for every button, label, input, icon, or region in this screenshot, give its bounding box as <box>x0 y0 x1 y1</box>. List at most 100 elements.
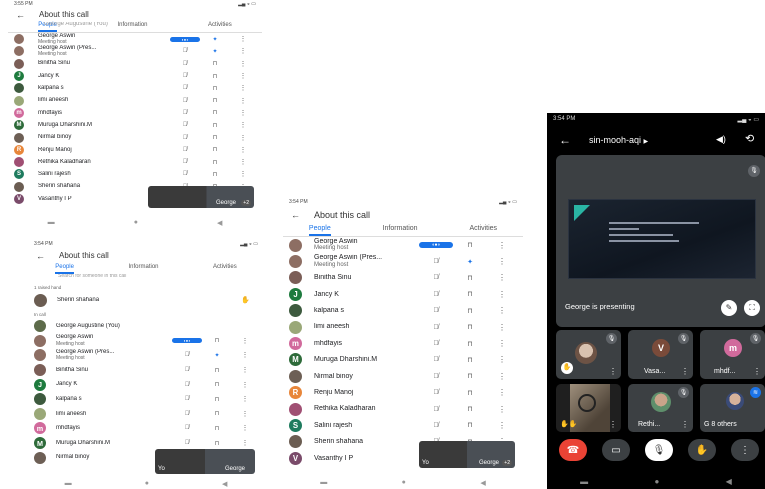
participant-row[interactable]: M Muruga Dharshini.M 🎙̸ ⊓ ⋮ <box>8 119 262 131</box>
more-options-icon[interactable]: ⋮ <box>487 405 517 414</box>
pin-icon[interactable]: ⊓ <box>453 290 487 298</box>
mic-off-icon[interactable]: 🎙̸ <box>419 274 453 281</box>
participant-row[interactable]: kalpana s 🎙̸ ⊓ ⋮ <box>8 82 262 94</box>
participant-row[interactable]: Nirmal binoy 🎙̸ ⊓ ⋮ <box>283 368 523 384</box>
participant-row[interactable]: Rethika Kaladharan 🎙̸ ⊓ ⋮ <box>8 156 262 168</box>
pin-icon[interactable]: ⊓ <box>202 440 232 447</box>
camera-toggle-button[interactable]: ▭ <box>602 439 630 461</box>
tab-information[interactable]: Information <box>128 263 158 274</box>
participant-tile[interactable]: m mhdf... ⋮ 🎙 <box>700 330 765 379</box>
mic-off-icon[interactable]: 🎙̸ <box>419 324 453 331</box>
pin-icon[interactable]: ⊓ <box>453 372 487 380</box>
participant-row[interactable]: George Aswin (Pres... Meeting host 🎙̸ ✦ ⋮ <box>8 45 262 57</box>
tab-information[interactable]: Information <box>383 224 418 236</box>
participant-tile[interactable]: ✋ ⋮ 🎙 <box>556 330 621 379</box>
pin-icon[interactable]: ⊓ <box>200 97 230 104</box>
mic-off-icon[interactable]: 🎙̸ <box>172 425 202 431</box>
mic-off-icon[interactable]: 🎙̸ <box>172 396 202 402</box>
more-options-icon[interactable]: ⋮ <box>232 381 258 389</box>
participant-row[interactable]: m mhdfayis 🎙̸ ⊓ ⋮ <box>8 107 262 119</box>
participant-row[interactable]: R Renju Manoj 🎙̸ ⊓ ⋮ <box>283 385 523 401</box>
more-options-button[interactable]: ⋮ <box>731 439 759 461</box>
mic-off-icon[interactable]: 🎙̸ <box>170 85 200 91</box>
mic-off-icon[interactable]: 🎙̸ <box>172 440 202 446</box>
participant-row[interactable]: J Jancy K 🎙̸ ⊓ ⋮ <box>8 70 262 82</box>
nav-recents-icon[interactable]: ▬ <box>580 477 588 489</box>
more-options-icon[interactable]: ⋮ <box>681 367 689 376</box>
more-options-icon[interactable]: ⋮ <box>230 158 256 166</box>
more-options-icon[interactable]: ⋮ <box>487 306 517 315</box>
more-options-icon[interactable]: ⋮ <box>609 420 617 429</box>
back-arrow-icon[interactable]: ← <box>291 210 300 220</box>
pin-icon[interactable]: ⊓ <box>200 159 230 166</box>
others-tile[interactable]: G 8 others ≋ <box>700 384 765 432</box>
tab-activities[interactable]: Activities <box>469 224 497 236</box>
tab-people[interactable]: People <box>308 224 331 236</box>
mic-off-icon[interactable]: 🎙̸ <box>172 382 202 388</box>
mic-off-icon[interactable]: 🎙̸ <box>172 352 202 358</box>
presentation-area[interactable]: 🎙 George is presenting ✎ ⛶ <box>556 155 765 327</box>
mic-off-icon[interactable]: 🎙̸ <box>170 147 200 153</box>
more-options-icon[interactable]: ⋮ <box>230 72 256 80</box>
more-options-icon[interactable]: ⋮ <box>753 367 761 376</box>
nav-home-icon[interactable]: ● <box>134 219 138 228</box>
participant-row[interactable]: George Aswin Meeting host ◖●◗ ⊓ ⋮ <box>28 334 264 349</box>
mic-off-icon[interactable]: 🎙̸ <box>170 48 200 54</box>
more-options-icon[interactable]: ⋮ <box>230 47 256 55</box>
mic-on-icon[interactable]: ◖●◗ <box>172 338 202 344</box>
pin-icon[interactable]: ✦ <box>200 36 230 43</box>
switch-camera-icon[interactable]: ⟲ <box>745 132 754 145</box>
participant-row[interactable]: S Salini rajesh 🎙̸ ⊓ ⋮ <box>8 168 262 180</box>
nav-home-icon[interactable]: ● <box>402 479 406 489</box>
participant-row[interactable]: J Jancy K 🎙̸ ⊓ ⋮ <box>283 286 523 302</box>
mic-off-icon[interactable]: 🎙̸ <box>419 258 453 265</box>
pin-icon[interactable]: ⊓ <box>202 337 232 344</box>
more-options-icon[interactable]: ⋮ <box>487 372 517 381</box>
participant-row[interactable]: kalpana s 🎙̸ ⊓ ⋮ <box>28 392 264 407</box>
more-options-icon[interactable]: ⋮ <box>232 439 258 447</box>
meeting-code[interactable]: sin-mooh-aqi ▶ <box>589 135 648 145</box>
participant-row[interactable]: kalpana s 🎙̸ ⊓ ⋮ <box>283 303 523 319</box>
mic-off-icon[interactable]: 🎙̸ <box>419 307 453 314</box>
more-options-icon[interactable]: ⋮ <box>487 241 517 250</box>
nav-back-icon[interactable]: ◀ <box>222 480 227 489</box>
more-options-icon[interactable]: ⋮ <box>230 84 256 92</box>
more-options-icon[interactable]: ⋮ <box>230 97 256 105</box>
more-options-icon[interactable]: ⋮ <box>230 121 256 129</box>
participant-tile[interactable]: V Vasa... ⋮ 🎙 <box>628 330 693 379</box>
participant-row[interactable]: J Jancy K 🎙̸ ⊓ ⋮ <box>28 377 264 392</box>
more-options-icon[interactable]: ⋮ <box>232 395 258 403</box>
pin-icon[interactable]: ⊓ <box>453 274 487 282</box>
mic-on-icon[interactable]: ◖●◗ <box>419 242 453 249</box>
pin-icon[interactable]: ✎ <box>721 300 737 316</box>
back-arrow-icon[interactable]: ← <box>16 10 25 20</box>
pin-icon[interactable]: ⊓ <box>202 396 232 403</box>
pin-icon[interactable]: ⊓ <box>200 122 230 129</box>
pin-icon[interactable]: ⊓ <box>202 367 232 374</box>
pin-icon[interactable]: ⊓ <box>202 381 232 388</box>
more-options-icon[interactable]: ⋮ <box>487 421 517 430</box>
more-options-icon[interactable]: ⋮ <box>230 109 256 117</box>
pin-icon[interactable]: ⊓ <box>453 340 487 348</box>
pin-icon[interactable]: ⊓ <box>200 171 230 178</box>
participant-tile[interactable]: Rethi... ⋮ 🎙 <box>628 384 693 432</box>
more-options-icon[interactable]: ⋮ <box>487 388 517 397</box>
participant-row[interactable]: M Muruga Dharshini.M 🎙̸ ⊓ ⋮ <box>283 352 523 368</box>
more-options-icon[interactable]: ⋮ <box>487 290 517 299</box>
tab-activities[interactable]: Activities <box>213 263 237 274</box>
pin-icon[interactable]: ⊓ <box>200 85 230 92</box>
self-view-thumbnail[interactable]: Yo George <box>155 449 255 474</box>
more-options-icon[interactable]: ⋮ <box>232 410 258 418</box>
mic-off-icon[interactable]: 🎙̸ <box>419 291 453 298</box>
nav-back-icon[interactable]: ◀ <box>480 479 485 489</box>
pin-icon[interactable]: ⊓ <box>200 146 230 153</box>
more-options-icon[interactable]: ⋮ <box>232 337 258 345</box>
pin-icon[interactable]: ⊓ <box>453 241 487 249</box>
pin-icon[interactable]: ✦ <box>202 352 232 359</box>
participant-row[interactable]: George Aswin (Pres... Meeting host 🎙̸ ✦ ⋮ <box>283 253 523 269</box>
pin-icon[interactable]: ⊓ <box>200 73 230 80</box>
end-call-button[interactable]: ☎ <box>559 439 587 461</box>
more-options-icon[interactable]: ⋮ <box>487 323 517 332</box>
more-options-icon[interactable]: ⋮ <box>230 35 256 43</box>
pin-icon[interactable]: ⊓ <box>453 323 487 331</box>
